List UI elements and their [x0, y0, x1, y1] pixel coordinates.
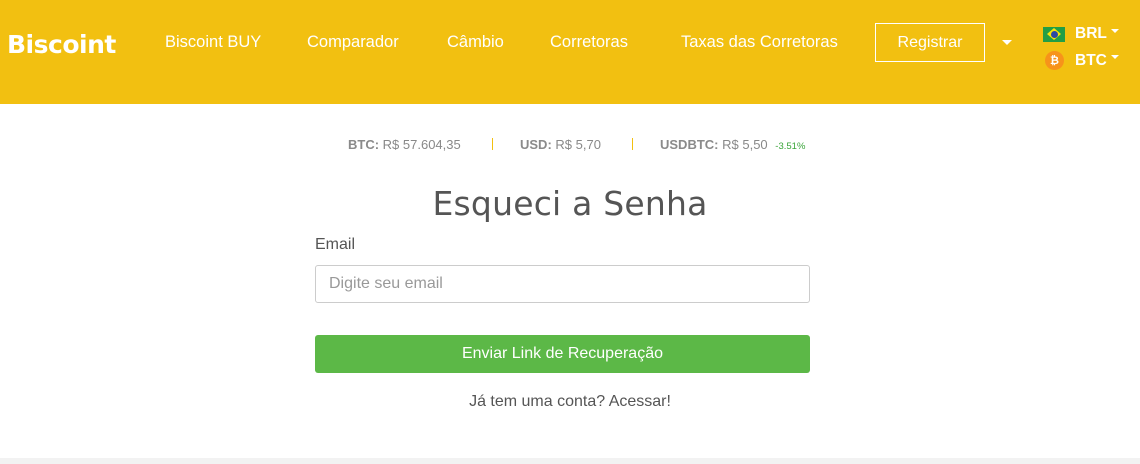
nav-link-comparador[interactable]: Comparador [307, 33, 399, 52]
ticker-symbol: USD: [520, 137, 552, 152]
ticker-btc: BTC: R$ 57.604,35 [348, 137, 461, 152]
login-link[interactable]: Já tem uma conta? Acessar! [0, 393, 1140, 411]
nav-link-biscoint-buy[interactable]: Biscoint BUY [165, 33, 261, 52]
ticker-value: R$ 5,50 [722, 137, 768, 152]
bitcoin-icon: ₿ [1045, 51, 1064, 70]
brazil-flag-icon [1043, 26, 1065, 42]
nav-link-taxas-das-corretoras[interactable]: Taxas das Corretoras [681, 33, 838, 52]
fiat-currency-label: BRL [1075, 25, 1107, 42]
ticker-usdbtc: USDBTC: R$ 5,50 -3.51% [660, 137, 805, 152]
nav-link-corretoras[interactable]: Corretoras [550, 33, 628, 52]
email-label: Email [315, 236, 356, 253]
chevron-down-icon [1110, 28, 1119, 33]
ticker-symbol: USDBTC: [660, 137, 719, 152]
biscoint-logo[interactable]: Biscoint [7, 30, 116, 59]
chevron-down-icon [1110, 55, 1119, 59]
crypto-currency-label: BTC [1075, 51, 1107, 69]
ticker-symbol: BTC: [348, 137, 380, 152]
user-menu-chevron-down-icon[interactable] [1002, 40, 1012, 45]
ticker-divider [492, 138, 493, 150]
register-button[interactable]: Registrar [875, 23, 985, 62]
ticker-value: R$ 5,70 [555, 137, 601, 152]
page-title: Esqueci a Senha [432, 184, 708, 223]
ticker-change: -3.51% [775, 141, 806, 152]
email-field[interactable] [315, 265, 810, 303]
fiat-currency-selector[interactable]: BRL [1043, 25, 1119, 43]
crypto-currency-selector[interactable]: ₿ BTC [1043, 51, 1119, 70]
send-recovery-link-button[interactable]: Enviar Link de Recuperação [315, 335, 810, 373]
ticker-divider [632, 138, 633, 150]
nav-link-cambio[interactable]: Câmbio [447, 33, 504, 52]
ticker-usd: USD: R$ 5,70 [520, 137, 601, 152]
top-navbar: Biscoint Biscoint BUY Comparador Câmbio … [0, 0, 1140, 104]
ticker-value: R$ 57.604,35 [382, 137, 461, 152]
